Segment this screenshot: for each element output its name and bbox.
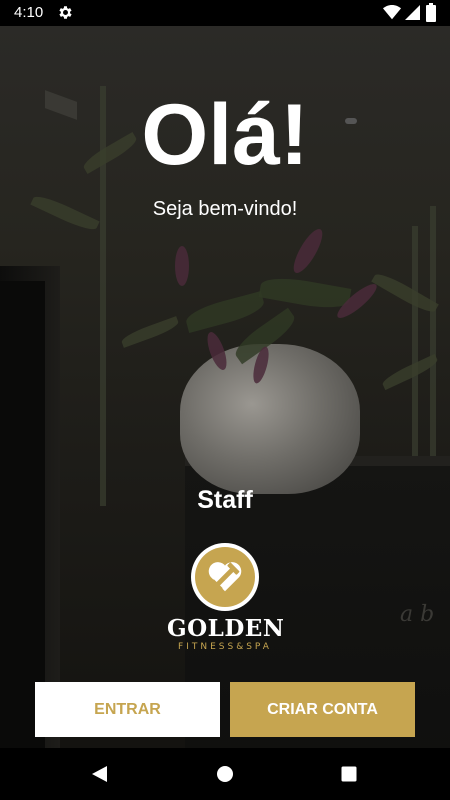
- background-script-text: a b: [400, 602, 435, 627]
- greeting-heading: Olá!: [141, 87, 309, 183]
- background-leaf: [119, 316, 181, 348]
- logo-wordmark: GOLDEN: [167, 615, 285, 642]
- create-account-button[interactable]: CRIAR CONTA: [230, 682, 415, 737]
- signal-icon: [405, 5, 420, 20]
- logo-tagline: FITNESS&SPA: [178, 642, 272, 652]
- logo-emblem-inner: [195, 547, 255, 607]
- home-icon[interactable]: [216, 765, 234, 783]
- status-time: 4:10: [14, 4, 44, 21]
- role-label: Staff: [197, 486, 253, 514]
- login-button[interactable]: ENTRAR: [35, 682, 220, 737]
- recents-icon[interactable]: [341, 766, 357, 782]
- heart-dumbbell-icon: [208, 562, 242, 592]
- logo-emblem: [191, 543, 259, 611]
- background-orchid: [288, 225, 328, 277]
- battery-icon: [426, 3, 436, 22]
- background-leaf: [258, 273, 352, 313]
- app-screen: a b 4:10 Olá! Seja bem-vindo! Staff GOLD…: [0, 0, 450, 800]
- golden-fitness-logo: GOLDEN FITNESS&SPA: [167, 543, 285, 658]
- wifi-icon: [383, 5, 401, 20]
- back-icon[interactable]: [90, 765, 108, 783]
- gear-icon: [59, 6, 72, 19]
- status-bar: 4:10: [0, 0, 450, 26]
- background-leaf: [371, 269, 439, 317]
- welcome-text: Seja bem-vindo!: [152, 198, 298, 220]
- background-leaf: [183, 291, 267, 333]
- background-orchid: [175, 246, 189, 286]
- background-vase: [180, 344, 360, 494]
